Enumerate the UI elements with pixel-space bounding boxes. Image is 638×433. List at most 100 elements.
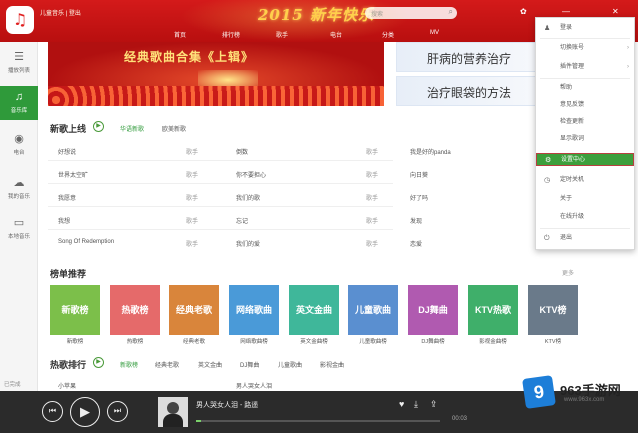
song-artist: 歌手 <box>366 150 379 156</box>
share-icon[interactable]: ⇪ <box>430 399 438 410</box>
ranking-tile-english[interactable]: 英文金曲 <box>289 285 339 335</box>
menu-item-label: 显示歌词 <box>560 136 585 142</box>
rankings-more-link[interactable]: 更多 <box>562 268 574 277</box>
tab-home[interactable]: 首页 <box>174 30 186 39</box>
side-banner-1[interactable]: 肝病的营养治疗 <box>396 42 548 72</box>
row-divider <box>48 160 393 161</box>
sidebar-item-local-music[interactable]: ▭ 本地音乐 <box>0 212 38 246</box>
menu-item-feedback[interactable]: 意见反馈 <box>536 99 634 112</box>
next-icon[interactable]: ⏭ <box>107 401 128 422</box>
main-nav: 首页 排行榜 歌手 电台 分类 MV <box>170 30 460 40</box>
play-hot-icon[interactable]: ▶ <box>93 357 104 368</box>
sidebar-item-radio[interactable]: ◉ 电台 <box>0 128 38 162</box>
ranking-caption: 影视金曲榜 <box>479 339 507 345</box>
song-title: 倒数 <box>236 150 249 156</box>
menu-item-about[interactable]: 关于 <box>536 193 634 206</box>
skin-icon[interactable]: ✿ <box>520 7 527 16</box>
ranking-tile-film[interactable]: KTV热歌 <box>468 285 518 335</box>
menu-item-online-upgrade[interactable]: 在线升级 <box>536 211 634 224</box>
play-icon[interactable]: ▶ <box>70 397 100 427</box>
hot-tab-classic[interactable]: 经典老歌 <box>155 360 179 369</box>
main-menu-dropdown: ♟ 登录 切换账号 › 插件管理 › 帮助 意见反馈 检查更新 显示歌词 ⚙ 设… <box>535 17 635 250</box>
menu-item-label: 在线升级 <box>560 214 585 220</box>
menu-item-help[interactable]: 帮助 <box>536 82 634 95</box>
search-icon[interactable]: ⌕ <box>449 7 453 17</box>
hot-tab-new[interactable]: 新歌榜 <box>120 360 138 369</box>
menu-item-show-lyrics[interactable]: 显示歌词 <box>536 133 634 146</box>
menu-item-label: 意见反馈 <box>560 102 585 108</box>
side-banner-2[interactable]: 治疗眼袋的方法 <box>396 76 548 106</box>
song-title: 世界太空旷 <box>58 173 89 179</box>
cloud-icon: ☁ <box>13 177 25 189</box>
menu-item-plugins[interactable]: 插件管理 › <box>536 61 634 74</box>
song-artist: 歌手 <box>186 219 199 225</box>
row-divider <box>48 206 393 207</box>
tab-category[interactable]: 分类 <box>382 30 394 39</box>
minimize-icon[interactable]: — <box>562 7 570 16</box>
song-artist: 歌手 <box>366 173 379 179</box>
now-playing-title[interactable]: 男人哭女人泪 - 路遥 <box>196 400 258 410</box>
menu-item-timer-shutdown[interactable]: ◷ 定时关机 <box>536 174 634 187</box>
monitor-icon: ▭ <box>13 217 25 229</box>
tab-chinese-new[interactable]: 华语新歌 <box>120 124 144 133</box>
close-icon[interactable]: ✕ <box>612 7 619 16</box>
ranking-caption: 英文金曲榜 <box>300 339 328 345</box>
ranking-tile-classic[interactable]: 经典老歌 <box>169 285 219 335</box>
tab-mv[interactable]: MV <box>430 30 439 36</box>
row-divider <box>48 229 393 230</box>
new-songs-title: 新歌上线 <box>50 124 87 134</box>
menu-item-exit[interactable]: ⏻ 退出 <box>536 232 634 245</box>
radio-icon: ◉ <box>14 133 24 145</box>
menu-item-login[interactable]: ♟ 登录 <box>536 22 634 35</box>
banner-title: 经典歌曲合集《上辑》 <box>124 50 255 64</box>
ranking-tile-web[interactable]: 网络歌曲 <box>229 285 279 335</box>
site-watermark: 9 963手游网 www.963x.com <box>522 375 634 411</box>
download-icon[interactable]: ⤓ <box>414 399 418 410</box>
sidebar-item-playlist[interactable]: ☰ 播放列表 <box>0 46 38 80</box>
ranking-tile-hot[interactable]: 热歌榜 <box>110 285 160 335</box>
heart-icon[interactable]: ♥ <box>399 399 404 409</box>
menu-item-label: 帮助 <box>560 85 573 91</box>
row-divider <box>48 183 393 184</box>
tab-ranking[interactable]: 排行榜 <box>222 30 240 39</box>
ranking-caption: 热歌榜 <box>126 339 144 345</box>
festive-banner-text: 2015 新年快乐 <box>258 6 374 24</box>
user-info[interactable]: 儿童音乐 | 登出 <box>40 8 81 17</box>
song-title: 我愿意 <box>58 196 77 202</box>
search-input[interactable]: 搜索 ⌕ <box>365 7 457 19</box>
song-artist: 歌手 <box>366 219 379 225</box>
ranking-caption: DJ舞曲榜 <box>421 339 445 345</box>
ranking-tile-kids[interactable]: 儿童歌曲 <box>348 285 398 335</box>
song-artist: 歌手 <box>186 173 199 179</box>
hot-tab-english[interactable]: 英文金曲 <box>198 360 222 369</box>
hot-tab-dj[interactable]: DJ舞曲 <box>240 360 259 369</box>
power-icon: ⏻ <box>544 235 550 242</box>
download-status[interactable]: 已完成 <box>4 380 21 388</box>
tab-western-new[interactable]: 欧美新歌 <box>162 124 186 133</box>
main-banner[interactable]: 经典歌曲合集《上辑》 <box>48 42 384 106</box>
play-all-icon[interactable]: ▶ <box>93 121 104 132</box>
ranking-tile-ktv[interactable]: KTV榜 <box>528 285 578 335</box>
tab-radio[interactable]: 电台 <box>330 30 342 39</box>
ranking-tile-dj[interactable]: DJ舞曲 <box>408 285 458 335</box>
menu-item-settings[interactable]: ⚙ 设置中心 <box>536 153 634 166</box>
hot-tab-film[interactable]: 影视金曲 <box>320 360 344 369</box>
hot-tab-kids[interactable]: 儿童歌曲 <box>278 360 302 369</box>
app-logo-icon[interactable]: ♫ <box>6 6 34 34</box>
menu-item-switch-account[interactable]: 切换账号 › <box>536 42 634 55</box>
song-title: 我们的爱 <box>236 242 261 248</box>
progress-slider[interactable] <box>196 420 440 422</box>
tab-singers[interactable]: 歌手 <box>276 30 288 39</box>
user-icon: ♟ <box>544 25 551 32</box>
search-placeholder: 搜索 <box>371 12 384 18</box>
ranking-tile-new[interactable]: 新歌榜 <box>50 285 100 335</box>
sidebar-item-my-music[interactable]: ☁ 我的音乐 <box>0 172 38 206</box>
previous-icon[interactable]: ⏮ <box>42 401 63 422</box>
ranking-caption: KTV榜 <box>544 339 562 345</box>
sidebar-item-music-library[interactable]: ♫ 音乐库 <box>0 86 38 120</box>
hot-title: 热歌排行 <box>50 360 87 370</box>
song-artist: 歌手 <box>366 242 379 248</box>
album-cover[interactable] <box>158 397 188 427</box>
menu-item-check-update[interactable]: 检查更新 <box>536 116 634 129</box>
side-banner-text: 治疗眼袋的方法 <box>427 86 512 100</box>
